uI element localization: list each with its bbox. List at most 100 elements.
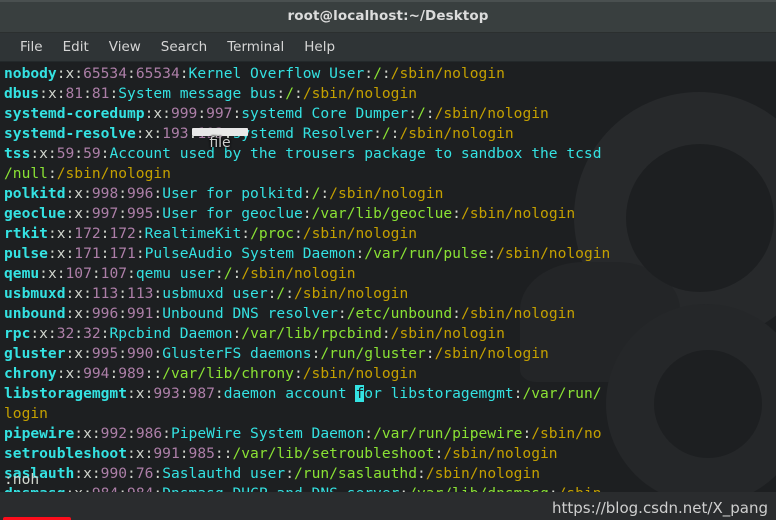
terminal-text-span: /: [285, 85, 295, 102]
terminal-text-span: Rpcbind Daemon: [109, 325, 233, 342]
terminal-text-span: :: [118, 345, 128, 362]
terminal-text-span: :: [381, 65, 391, 82]
terminal-text-span: 59: [83, 145, 101, 162]
terminal-text-span: :: [425, 345, 435, 362]
terminal-text-span: qemu: [4, 265, 40, 282]
terminal-text-span: ::: [144, 365, 163, 382]
terminal-line: nobody:x:65534:65534:Kernel Overflow Use…: [4, 64, 776, 84]
terminal-text-span: 171: [74, 245, 101, 262]
terminal-text-span: /sbin/nologin: [460, 305, 576, 322]
terminal-text-span: libstoragemgmt: [4, 385, 128, 402]
terminal-text-span: pipewire: [4, 425, 75, 442]
terminal-text-span: 81: [65, 85, 84, 102]
terminal-text-span: 985: [188, 445, 215, 462]
terminal-text-span: :x:: [65, 285, 92, 302]
terminal-text-span: /sbin/nologin: [241, 265, 356, 282]
menu-item-help[interactable]: Help: [294, 37, 345, 57]
terminal-text-span: 107: [65, 265, 92, 282]
terminal-text-span: /sbin/nologin: [56, 165, 171, 182]
terminal-text-span: User for geoclue: [162, 205, 303, 222]
terminal-text-span: :x:: [65, 305, 92, 322]
terminal-text-span: 996: [127, 185, 154, 202]
terminal-screen[interactable]: nobody:x:65534:65534:Kernel Overflow Use…: [0, 62, 776, 520]
terminal-text-span: 998: [91, 185, 119, 202]
terminal-text-span: 992: [100, 425, 128, 442]
terminal-line: /null:/sbin/nologin: [4, 164, 776, 184]
terminal-text-output: nobody:x:65534:65534:Kernel Overflow Use…: [0, 62, 776, 520]
terminal-text-span: :x:: [65, 205, 92, 222]
terminal-text-span: :x:: [65, 185, 92, 202]
terminal-text-span: :: [214, 385, 224, 402]
terminal-text-span: :: [127, 425, 136, 442]
terminal-text-span: :: [179, 445, 189, 462]
terminal-line: qemu:x:107:107:qemu user:/:/sbin/nologin: [4, 264, 776, 284]
terminal-text-span: :x:: [30, 325, 57, 342]
terminal-text-span: daemon account: [223, 385, 356, 402]
terminal-text-span: ::: [214, 445, 233, 462]
terminal-line: polkitd:x:998:996:User for polkitd:/:/sb…: [4, 184, 776, 204]
menu-item-terminal[interactable]: Terminal: [217, 37, 294, 57]
terminal-text-span: 993: [153, 385, 180, 402]
terminal-text-span: /sbin/nologin: [434, 345, 549, 362]
terminal-text-span: :: [118, 285, 128, 302]
terminal-line: systemd-resolve:x:193:193:systemd Resolv…: [4, 124, 776, 144]
terminal-text-span: /sbin/nologin: [329, 185, 444, 202]
terminal-line: dbus:x:81:81:System message bus:/:/sbin/…: [4, 84, 776, 104]
terminal-text-span: :: [302, 185, 312, 202]
terminal-text-span: /null: [4, 165, 48, 182]
menu-item-file[interactable]: File: [10, 37, 53, 57]
menu-item-edit[interactable]: Edit: [53, 37, 99, 57]
terminal-text-span: /var/lib/chrony: [162, 365, 294, 382]
terminal-text-span: /sbin/no: [531, 425, 602, 442]
terminal-text-span: 171: [109, 245, 136, 262]
terminal-text-span: :: [285, 465, 294, 482]
terminal-text-span: :: [197, 105, 207, 122]
terminal-text-span: /sbin/nologin: [399, 125, 514, 142]
terminal-text-span: :: [320, 185, 330, 202]
terminal-text-span: :: [83, 85, 92, 102]
terminal-text-span: :: [241, 225, 251, 242]
terminal-text-span: /sbin/nologin: [302, 85, 418, 102]
terminal-text-span: :: [127, 265, 136, 282]
terminal-text-span: /sbin/nologin: [443, 445, 558, 462]
terminal-text-span: 997: [206, 105, 233, 122]
terminal-text-span: 81: [91, 85, 110, 102]
terminal-text-span: :: [408, 105, 417, 122]
terminal-text-span: gluster: [4, 345, 66, 362]
terminal-text-span: 113: [91, 285, 119, 302]
terminal-text-span: :: [364, 65, 374, 82]
terminal-line: pipewire:x:992:986:PipeWire System Daemo…: [4, 424, 776, 444]
terminal-text-span: qemu user: [135, 265, 215, 282]
terminal-text-span: chrony: [4, 365, 57, 382]
terminal-text-span: /: [223, 265, 233, 282]
terminal-text-span: systemd Core Dumper: [241, 105, 409, 122]
terminal-text-span: /: [276, 285, 286, 302]
terminal-line: setroubleshoot:x:991:985::/var/lib/setro…: [4, 444, 776, 464]
terminal-text-span: usbmuxd user: [162, 285, 268, 302]
terminal-text-span: Unbound DNS resolver: [162, 305, 338, 322]
terminal-text-span: :x:: [127, 385, 154, 402]
terminal-text-span: 991: [153, 445, 180, 462]
terminal-line: systemd-coredump:x:999:997:systemd Core …: [4, 104, 776, 124]
terminal-text-span: :: [285, 285, 295, 302]
terminal-text-span: :: [162, 425, 171, 442]
terminal-text-span: /sbin/nologin: [434, 105, 549, 122]
menu-item-search[interactable]: Search: [151, 37, 217, 57]
vim-command-line[interactable]: :noh: [4, 470, 39, 490]
terminal-text-span: PipeWire System Daemon: [170, 425, 365, 442]
terminal-text-span: :x:: [47, 225, 75, 242]
terminal-line: saslauth:x:990:76:Saslauthd user:/run/sa…: [4, 464, 776, 484]
terminal-text-span: /run/saslauthd: [294, 465, 418, 482]
menu-item-view[interactable]: View: [99, 37, 151, 57]
terminal-text-span: tss: [4, 145, 31, 162]
terminal-text-span: :: [74, 145, 84, 162]
terminal-text-span: 995: [127, 205, 154, 222]
terminal-text-span: /sbin/nologin: [294, 285, 409, 302]
terminal-text-span: :: [153, 465, 163, 482]
terminal-text-span: :: [364, 425, 374, 442]
source-watermark: https://blog.csdn.net/X_pang: [552, 499, 768, 517]
terminal-line: unbound:x:996:991:Unbound DNS resolver:/…: [4, 304, 776, 324]
terminal-text-span: 997: [91, 205, 119, 222]
terminal-line: geoclue:x:997:995:User for geoclue:/var/…: [4, 204, 776, 224]
terminal-text-span: :: [452, 305, 461, 322]
